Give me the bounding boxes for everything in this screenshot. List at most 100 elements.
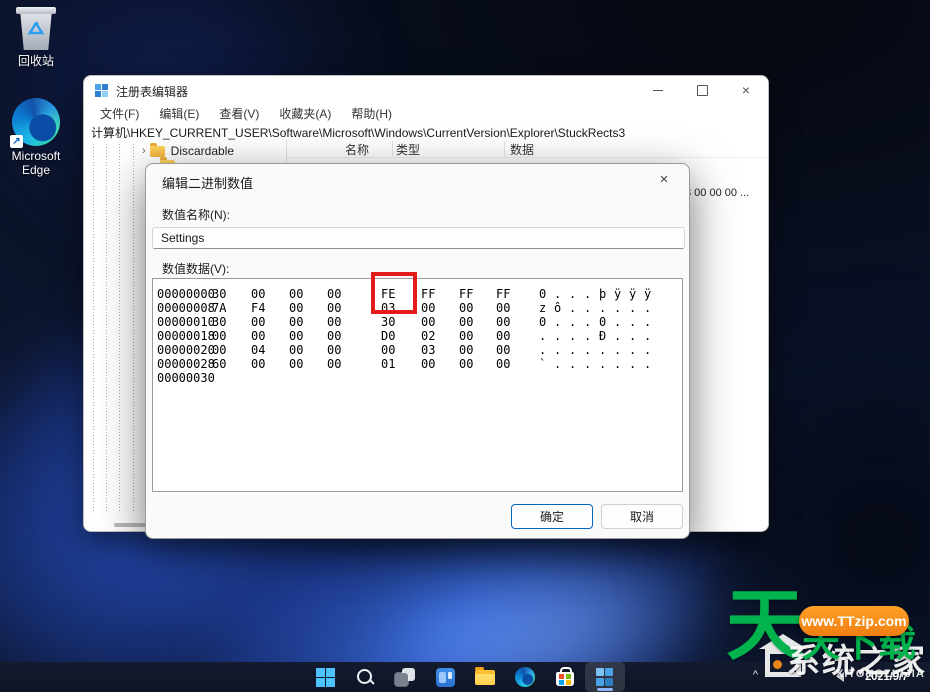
hex-byte: 00 (251, 357, 266, 371)
taskbar-icon-row (305, 662, 625, 692)
hex-byte: 01 (381, 357, 396, 371)
hex-row: 00000010 30 00 00 00 30 00 00 00 0... 0... (153, 315, 682, 329)
column-header-data[interactable]: 数据 (510, 141, 534, 158)
taskbar-widgets-button[interactable] (425, 662, 465, 692)
hex-ascii-char: 0 (539, 315, 547, 329)
hex-byte: 00 (289, 315, 304, 329)
taskbar-store-button[interactable] (545, 662, 585, 692)
column-header-name[interactable]: 名称 (345, 141, 369, 158)
desktop-icon-recycle-bin[interactable]: 回收站 (0, 7, 72, 68)
menu-edit[interactable]: 编辑(E) (149, 104, 209, 122)
hex-ascii-char: . (539, 343, 547, 357)
hex-ascii-char: . (584, 343, 592, 357)
hex-ascii-char: . (584, 287, 592, 301)
hex-ascii-char: z (539, 301, 547, 315)
highlight-annotation-box (371, 272, 417, 314)
edge-icon (515, 667, 535, 687)
hex-byte: 00 (459, 315, 474, 329)
hex-ascii-char: . (569, 343, 577, 357)
hex-ascii-char: . (629, 357, 637, 371)
hex-byte: D0 (381, 329, 396, 343)
hex-byte: 00 (459, 329, 474, 343)
edit-binary-value-dialog: 编辑二进制数值 × 数值名称(N): 数值数据(V): 000000003000… (145, 163, 690, 539)
hex-row: 00000028 60 00 00 00 01 00 00 00 `....... (153, 357, 682, 371)
start-icon (315, 667, 335, 687)
hex-byte: 00 (496, 357, 511, 371)
menu-favorites[interactable]: 收藏夹(A) (269, 104, 341, 122)
hex-offset: 00000000 (157, 287, 215, 301)
chevron-right-icon[interactable]: › (142, 145, 146, 157)
hex-ascii-char: . (569, 329, 577, 343)
hex-ascii-char: . (599, 301, 607, 315)
shortcut-arrow-icon: ↗ (10, 135, 23, 148)
maximize-button[interactable] (680, 76, 724, 104)
hex-ascii-char: . (554, 287, 562, 301)
taskbar-file-explorer-button[interactable] (465, 662, 505, 692)
hex-ascii-char: ô (554, 301, 562, 315)
desktop-icon-microsoft-edge[interactable]: ↗ Microsoft Edge (0, 98, 72, 177)
hex-byte: 00 (251, 315, 266, 329)
hex-ascii-char: . (584, 329, 592, 343)
hex-byte: 00 (327, 301, 342, 315)
hex-byte: 00 (212, 343, 227, 357)
hex-ascii-char: Ð (599, 329, 607, 343)
hex-row: 00000018 00 00 00 00 D0 02 00 00.... Ð... (153, 329, 682, 343)
hex-ascii-char: . (614, 315, 622, 329)
hex-offset: 00000008 (157, 301, 215, 315)
taskbar-task-view-button[interactable] (385, 662, 425, 692)
hex-ascii-char: . (554, 315, 562, 329)
taskbar-search-button[interactable] (345, 662, 385, 692)
hex-byte: 00 (251, 329, 266, 343)
menu-help[interactable]: 帮助(H) (341, 104, 402, 122)
taskbar-edge-button[interactable] (505, 662, 545, 692)
column-separator[interactable] (504, 141, 505, 156)
hex-ascii-char: . (584, 357, 592, 371)
tree-guide-line (133, 144, 134, 513)
hex-byte: 30 (381, 315, 396, 329)
close-button[interactable]: × (724, 76, 768, 104)
value-data-label: 数值数据(V): (162, 262, 230, 276)
menu-file[interactable]: 文件(F) (90, 104, 149, 122)
value-name-input[interactable] (152, 227, 685, 249)
minimize-button[interactable] (636, 76, 680, 104)
dialog-title: 编辑二进制数值 (162, 176, 254, 191)
hex-ascii-char: . (554, 329, 562, 343)
hex-byte: 30 (212, 315, 227, 329)
hex-ascii-char: . (569, 287, 577, 301)
hex-byte: 00 (251, 287, 266, 301)
recycle-bin-label: 回收站 (17, 54, 54, 68)
menubar: 文件(F) 编辑(E) 查看(V) 收藏夹(A) 帮助(H) (90, 104, 402, 122)
search-icon (355, 667, 375, 687)
column-header-type[interactable]: 类型 (396, 141, 420, 158)
tree-item-discardable[interactable]: › Discardable (142, 142, 234, 159)
taskbar-start-button[interactable] (305, 662, 345, 692)
watermark-pinyin: XITONGZHIJIA (836, 668, 925, 680)
hex-ascii-char: . (644, 301, 652, 315)
cancel-button[interactable]: 取消 (601, 504, 683, 529)
tree-guide-line (106, 144, 107, 513)
hex-byte: 00 (212, 329, 227, 343)
hex-ascii-char: . (614, 343, 622, 357)
hex-editor[interactable]: 00000000 30 00 00 00 FE FF FF FF 0... þ ÿ ÿ ÿ 00000008… (152, 278, 683, 492)
column-separator[interactable] (392, 141, 393, 156)
hex-byte: 00 (381, 343, 396, 357)
ok-button[interactable]: 确定 (511, 504, 593, 529)
hex-ascii-char: þ (599, 287, 607, 301)
hex-ascii-char: . (614, 357, 622, 371)
hex-byte: 00 (496, 329, 511, 343)
menu-view[interactable]: 查看(V) (209, 104, 269, 122)
hex-byte: 02 (421, 329, 436, 343)
close-icon: × (659, 171, 669, 188)
hex-byte: 03 (421, 343, 436, 357)
hex-offset: 00000020 (157, 343, 215, 357)
hex-ascii-char: 0 (539, 287, 547, 301)
hex-ascii-char: . (599, 343, 607, 357)
minimize-icon (653, 89, 663, 91)
edge-label: Microsoft Edge (11, 149, 61, 177)
taskbar-registry-editor-button[interactable] (585, 662, 625, 692)
hex-ascii-char: 0 (599, 315, 607, 329)
hex-ascii-char: . (569, 357, 577, 371)
regedit-titlebar[interactable]: 注册表编辑器 × (84, 76, 768, 104)
address-bar[interactable]: 计算机\HKEY_CURRENT_USER\Software\Microsoft… (84, 122, 768, 141)
dialog-close-button[interactable]: × (651, 168, 677, 192)
